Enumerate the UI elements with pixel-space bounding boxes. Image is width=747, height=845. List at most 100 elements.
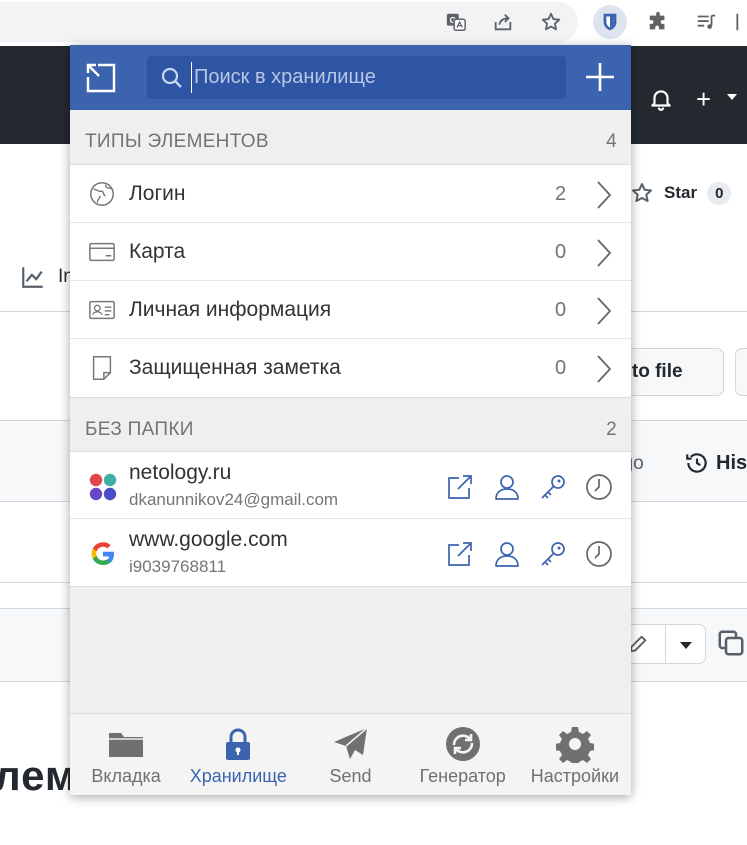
credit-card-icon [89,242,115,262]
add-item-icon[interactable] [583,60,617,94]
star-count: 0 [707,181,732,205]
tab-label: Send [329,766,372,786]
types-section-count: 4 [606,131,617,152]
media-queue-icon[interactable] [691,7,721,37]
vault-item[interactable]: netology.ru dkanunnikov24@gmail.com [70,452,631,519]
types-section-header: ТИПЫ ЭЛЕМЕНТОВ 4 [70,115,631,169]
launch-button[interactable] [444,538,476,570]
refresh-icon [445,727,480,761]
launch-icon [448,542,472,566]
bookmark-star-icon[interactable] [536,7,566,37]
item-username: i9039768811 [129,557,227,576]
types-list: Логин 2 Карта 0 Личная информация 0 Защи… [70,164,631,398]
types-section-title: ТИПЫ ЭЛЕМЕНТОВ [85,131,269,152]
translate-icon[interactable]: G [441,7,471,37]
vault-items-list: netology.ru dkanunnikov24@gmail.com www.… [70,451,631,587]
password-history-button[interactable] [583,471,615,503]
google-favicon [91,542,114,565]
popup-header [70,45,631,110]
tab-generator[interactable]: Генератор [407,714,519,795]
star-label: Star [664,183,698,202]
search-box[interactable] [147,56,566,99]
tab-send[interactable]: Send [294,714,406,795]
copy-password-button[interactable] [537,471,569,503]
divider [665,625,666,663]
history-link[interactable]: His [684,450,747,476]
history-icon [686,453,707,473]
globe-icon [90,182,114,206]
type-count: 0 [555,357,567,379]
share-icon[interactable] [488,7,518,37]
note-icon [92,356,112,380]
gear-icon [555,727,594,763]
bitwarden-extension-icon[interactable] [593,5,627,39]
no-folder-section-header: БЕЗ ПАПКИ 2 [70,403,631,457]
type-row-identity[interactable]: Личная информация 0 [70,281,631,339]
type-row-login[interactable]: Логин 2 [70,165,631,223]
chevron-right-icon [597,297,612,325]
tab-label: Генератор [419,766,506,786]
key-icon [541,475,565,499]
chevron-down-icon[interactable] [680,642,692,649]
copy-username-button[interactable] [491,538,523,570]
star-icon [632,183,652,202]
type-count: 0 [555,299,567,321]
tab-current-tab[interactable]: Вкладка [70,714,182,795]
graph-icon [22,267,43,288]
clock-icon [586,474,612,500]
search-icon [161,67,182,88]
readme-heading: лем [0,752,78,799]
vault-item[interactable]: www.google.com i9039768811 [70,519,631,586]
type-row-card[interactable]: Карта 0 [70,223,631,281]
chevron-right-icon [597,181,612,209]
copy-username-button[interactable] [491,471,523,503]
tab-label: Хранилище [189,766,287,786]
launch-icon [448,475,472,499]
launch-button[interactable] [444,471,476,503]
type-count: 2 [555,183,567,205]
insights-tab[interactable]: In [20,264,74,290]
tab-label: Настройки [530,766,620,786]
notification-bell-icon[interactable] [648,86,674,112]
bottom-tab-bar: Вкладка Хранилище Send Генератор Настрой… [70,713,631,795]
type-label: Защищенная заметка [129,356,341,379]
send-icon [333,727,367,759]
star-button[interactable]: Star 0 [622,174,747,212]
item-name: www.google.com [129,528,288,551]
folder-icon [109,733,144,757]
tab-label: Вкладка [91,766,161,786]
no-folder-section-title: БЕЗ ПАПКИ [85,419,194,440]
password-history-button[interactable] [583,538,615,570]
copy-icon[interactable] [716,628,746,658]
tab-vault[interactable]: Хранилище [182,714,294,795]
key-icon [541,542,565,566]
user-icon [495,475,519,500]
create-new-icon[interactable]: + [696,86,711,112]
menu-icon[interactable] [735,7,747,37]
id-card-icon [89,300,115,320]
type-count: 0 [555,241,567,263]
lock-icon [226,728,251,760]
search-input[interactable] [191,62,551,93]
copy-password-button[interactable] [537,538,569,570]
bitwarden-popup: ТИПЫ ЭЛЕМЕНТОВ 4 Логин 2 Карта 0 Личная … [70,45,631,795]
history-label: His [716,451,747,474]
create-new-caret-icon[interactable] [727,94,737,100]
tab-settings[interactable]: Настройки [519,714,631,795]
extensions-puzzle-icon[interactable] [643,7,673,37]
popout-icon[interactable] [84,61,118,95]
type-row-secure-note[interactable]: Защищенная заметка 0 [70,339,631,397]
browser-toolbar: G [0,0,747,46]
clock-icon [586,541,612,567]
code-button[interactable] [735,348,747,396]
chevron-right-icon [597,355,612,383]
netology-favicon [89,473,117,501]
chevron-right-icon [597,239,612,267]
no-folder-section-count: 2 [606,419,617,440]
type-label: Карта [129,240,186,263]
type-label: Личная информация [129,298,332,321]
type-label: Логин [129,182,186,205]
user-icon [495,542,519,567]
item-name: netology.ru [129,461,232,484]
item-username: dkanunnikov24@gmail.com [129,490,339,509]
